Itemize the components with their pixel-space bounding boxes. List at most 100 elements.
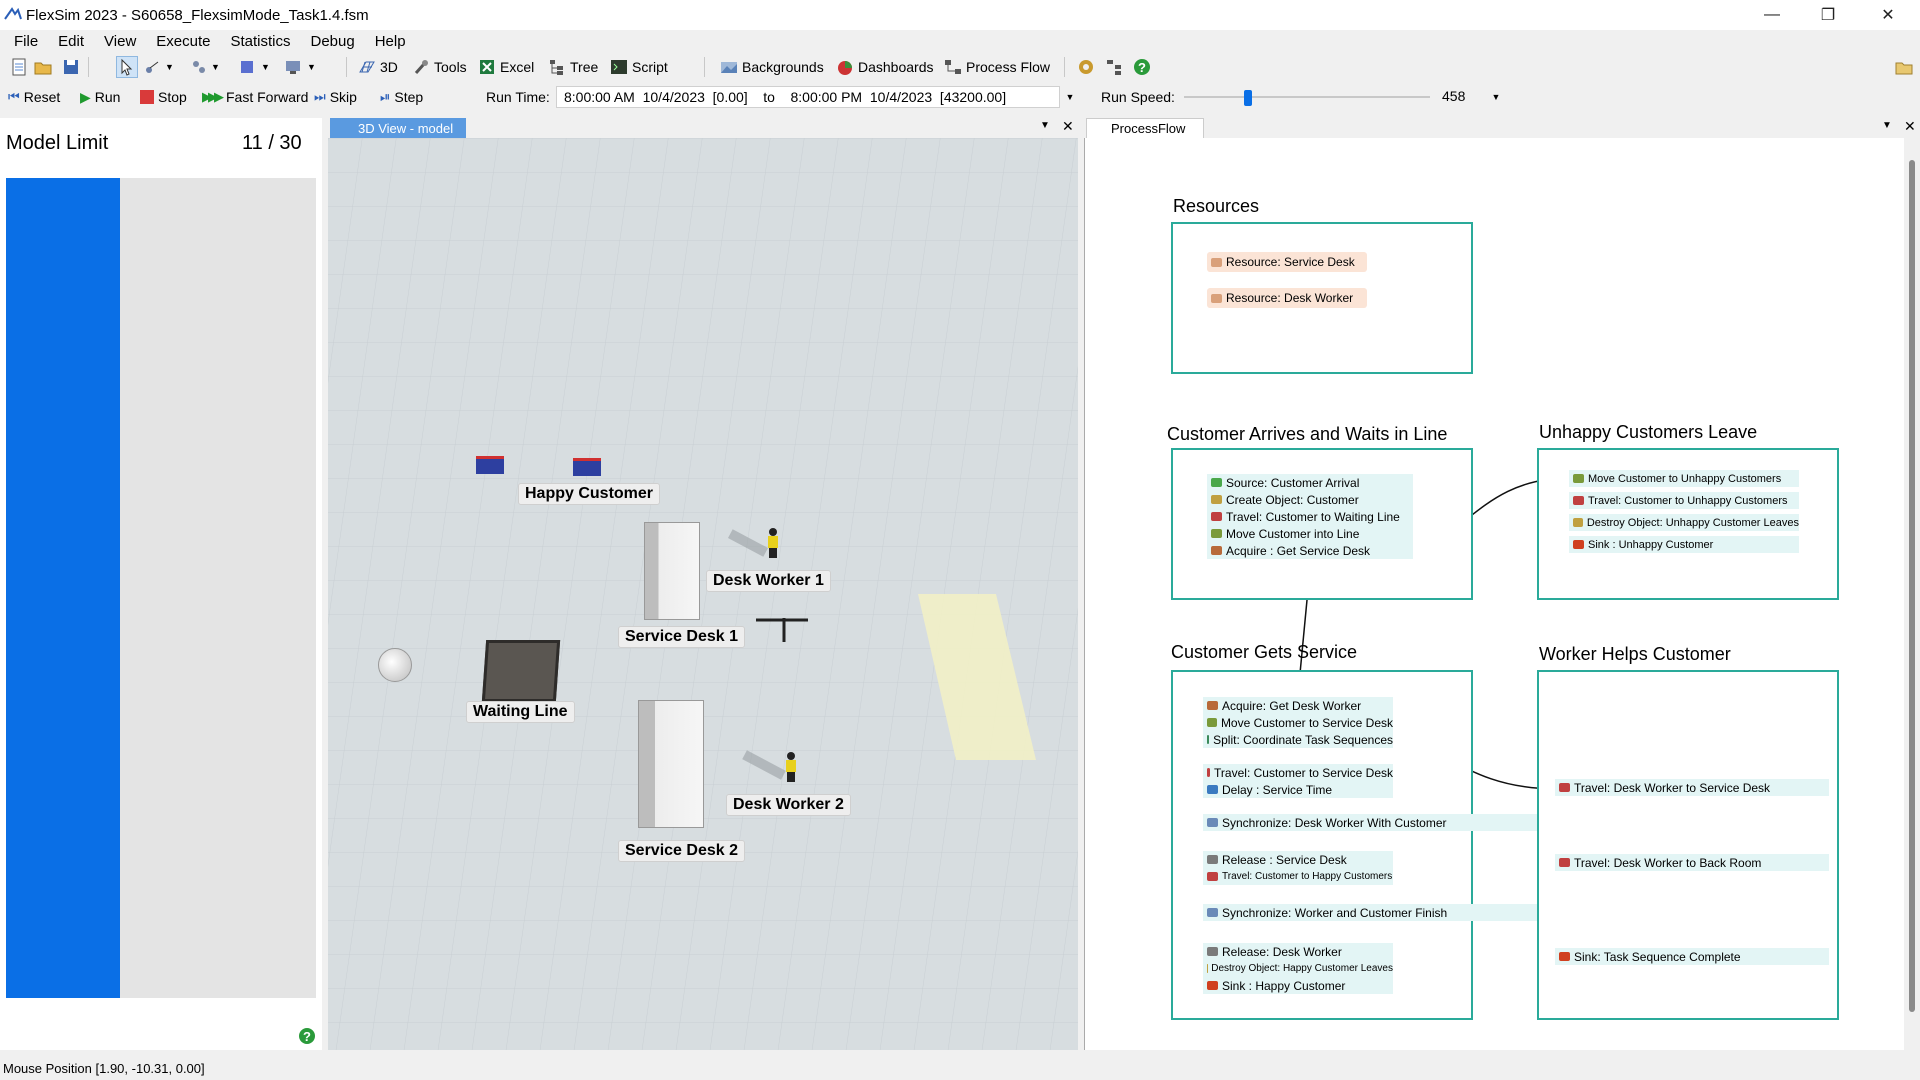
scrollbar-thumb[interactable] (1909, 160, 1915, 1012)
script-button[interactable]: Script (610, 56, 668, 78)
3d-view-button[interactable]: 3D (358, 56, 398, 78)
tab-3d-view[interactable]: 3D View - model (330, 118, 466, 138)
minimize-button[interactable]: — (1744, 0, 1800, 30)
resource-desk-worker[interactable]: Resource: Desk Worker (1207, 288, 1367, 308)
desk-worker-2-object[interactable] (786, 752, 796, 782)
service-desk-1-object[interactable] (644, 522, 700, 620)
worker-container[interactable] (1537, 670, 1839, 1020)
activity-label: Delay : Service Time (1222, 782, 1333, 797)
dock-panel-button[interactable] (1895, 56, 1913, 78)
new-file-button[interactable] (10, 56, 28, 78)
skip-button[interactable]: ⏭ Skip (314, 86, 357, 108)
tree-button[interactable]: Tree (548, 56, 598, 78)
help-icon[interactable]: ? (298, 1027, 316, 1045)
save-button[interactable] (62, 56, 80, 78)
restore-button[interactable]: ❐ (1800, 0, 1856, 30)
dashboards-icon (838, 61, 852, 75)
help-button[interactable]: ? (1133, 56, 1151, 78)
activity-travel-customer-service-desk[interactable]: Travel: Customer to Service Desk (1203, 764, 1393, 781)
activity-label: Move Customer to Service Desk (1220, 715, 1393, 730)
cursor-arrow-icon (121, 58, 133, 76)
process-flow-button[interactable]: Process Flow (944, 56, 1050, 78)
backgrounds-button[interactable]: Backgrounds (720, 56, 824, 78)
activity-travel-worker-back-room[interactable]: Travel: Desk Worker to Back Room (1555, 854, 1829, 871)
select-color-dropdown[interactable]: ▼ (238, 56, 270, 78)
process-flow-canvas[interactable]: Resources Resource: Service Desk Resourc… (1084, 138, 1920, 1050)
activity-travel-customer-happy[interactable]: Travel: Customer to Happy Customers (1203, 868, 1393, 885)
activity-create-object-customer[interactable]: Create Object: Customer (1207, 491, 1413, 508)
activity-release-desk-worker[interactable]: Release: Desk Worker (1203, 943, 1393, 960)
delay-clock-icon (1207, 785, 1218, 794)
menu-help[interactable]: Help (365, 33, 416, 50)
close-icon[interactable]: ✕ (1904, 118, 1916, 135)
tools-button[interactable]: Tools (412, 56, 467, 78)
fast-forward-button[interactable]: ▶▶▶ Fast Forward (202, 86, 308, 108)
activity-acquire-desk-worker[interactable]: Acquire: Get Desk Worker (1203, 697, 1393, 714)
select-mode-button[interactable] (116, 56, 138, 78)
backgrounds-icon (721, 62, 737, 73)
resource-service-desk[interactable]: Resource: Service Desk (1207, 252, 1367, 272)
waiting-line-object[interactable] (481, 640, 561, 702)
close-icon[interactable]: ✕ (1062, 118, 1074, 135)
menu-execute[interactable]: Execute (146, 33, 220, 50)
view-settings-dropdown[interactable]: ▼ (284, 56, 316, 78)
flexsim-logo-icon (4, 7, 22, 20)
activity-sink-happy[interactable]: Sink : Happy Customer (1203, 977, 1393, 994)
chevron-down-icon[interactable]: ▼ (1882, 120, 1892, 131)
tools-label: Tools (434, 59, 467, 75)
run-time-dropdown-button[interactable]: ▼ (1062, 86, 1078, 108)
open-file-button[interactable] (34, 56, 52, 78)
model-limit-bar-fill (6, 178, 120, 998)
run-speed-dropdown-button[interactable]: ▼ (1488, 86, 1504, 108)
tab-process-flow[interactable]: ProcessFlow (1086, 118, 1204, 138)
menu-statistics[interactable]: Statistics (220, 33, 300, 50)
create-objects-icon (193, 61, 205, 73)
customer-source-object[interactable] (378, 648, 412, 682)
main-toolbar: ▼ ▼ ▼ ▼ 3D Tools Excel Tree Script Backg… (0, 53, 1920, 81)
settings-button[interactable] (1077, 56, 1095, 78)
travel-icon (1559, 783, 1570, 792)
run-button[interactable]: ▶ Run (80, 86, 120, 108)
svg-text:?: ? (1138, 60, 1146, 75)
menu-file[interactable]: File (4, 33, 48, 50)
activity-delay-service-time[interactable]: Delay : Service Time (1203, 781, 1393, 798)
stop-button[interactable]: Stop (140, 86, 187, 108)
step-button[interactable]: ⏯ Step (380, 86, 423, 108)
happy-customer-object-1[interactable] (476, 456, 504, 474)
activity-release-service-desk[interactable]: Release : Service Desk (1203, 851, 1393, 868)
model-tree-button[interactable] (1105, 56, 1123, 78)
run-speed-slider[interactable] (1184, 90, 1430, 106)
activity-source-customer-arrival[interactable]: Source: Customer Arrival (1207, 474, 1413, 491)
activity-label: Sink : Unhappy Customer (1588, 538, 1714, 551)
menu-edit[interactable]: Edit (48, 33, 94, 50)
close-button[interactable]: ✕ (1860, 0, 1916, 30)
activity-move-customer-service-desk[interactable]: Move Customer to Service Desk (1203, 714, 1393, 731)
desk-worker-1-object[interactable] (768, 528, 778, 558)
slider-thumb[interactable] (1243, 90, 1252, 106)
activity-destroy-happy[interactable]: Destroy Object: Happy Customer Leaves (1203, 960, 1393, 977)
activity-sink-unhappy[interactable]: Sink : Unhappy Customer (1569, 536, 1799, 553)
happy-customer-object-2[interactable] (573, 458, 601, 476)
activity-move-customer-unhappy[interactable]: Move Customer to Unhappy Customers (1569, 470, 1799, 487)
activity-split-task-sequences[interactable]: Split: Coordinate Task Sequences (1203, 731, 1393, 748)
connect-mode-dropdown[interactable]: ▼ (144, 56, 174, 78)
vertical-scrollbar[interactable] (1905, 138, 1920, 1050)
activity-travel-worker-service-desk[interactable]: Travel: Desk Worker to Service Desk (1555, 779, 1829, 796)
activity-move-customer-into-line[interactable]: Move Customer into Line (1207, 525, 1413, 542)
activity-acquire-service-desk[interactable]: Acquire : Get Service Desk (1207, 542, 1413, 559)
menu-debug[interactable]: Debug (301, 33, 365, 50)
reset-button[interactable]: ⏮ Reset (8, 86, 60, 108)
activity-travel-customer-waiting-line[interactable]: Travel: Customer to Waiting Line (1207, 508, 1413, 525)
run-time-field[interactable]: 8:00:00 AM 10/4/2023 [0.00] to 8:00:00 P… (556, 86, 1060, 108)
create-mode-dropdown[interactable]: ▼ (190, 56, 220, 78)
chevron-down-icon[interactable]: ▼ (1040, 120, 1050, 131)
dashboards-button[interactable]: Dashboards (836, 56, 934, 78)
menu-view[interactable]: View (94, 33, 146, 50)
service-desk-2-object[interactable] (638, 700, 704, 828)
activity-sink-task-sequence[interactable]: Sink: Task Sequence Complete (1555, 948, 1829, 965)
activity-label: Move Customer into Line (1226, 526, 1360, 541)
3d-viewport[interactable]: Happy Customer Desk Worker 1 Service Des… (328, 138, 1078, 1050)
activity-destroy-unhappy[interactable]: Destroy Object: Unhappy Customer Leaves (1569, 514, 1799, 531)
activity-travel-customer-unhappy[interactable]: Travel: Customer to Unhappy Customers (1569, 492, 1799, 509)
excel-button[interactable]: Excel (478, 56, 534, 78)
